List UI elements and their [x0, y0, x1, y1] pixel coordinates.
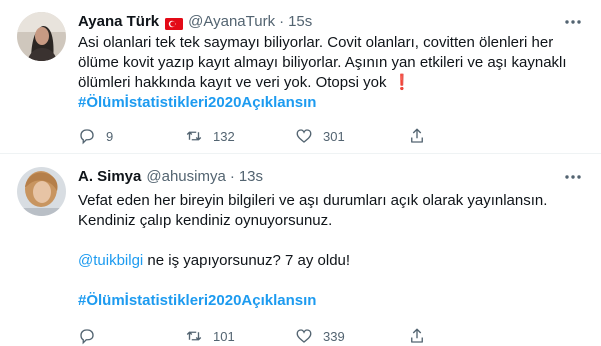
tweet-text: Vefat eden her bireyin bilgileri ve aşı … [78, 191, 583, 311]
tweet-text-line: ölümleri hakkında kayıt ve veri yok. Oto… [78, 73, 583, 93]
display-name[interactable]: A. Simya [78, 167, 141, 187]
tweet[interactable]: A. Simya @ahusimya · 13s Vefat eden her … [0, 154, 601, 345]
tweet-actions: 9 132 301 [78, 126, 478, 146]
like-button[interactable]: 339 [295, 326, 345, 346]
tweet-text-fragment: ölümleri hakkında kayıt ve veri yok. Oto… [78, 74, 387, 91]
tweet-text-line: ölüme kovit yazıp kayıt almayı biliyorla… [78, 54, 567, 71]
heart-icon [296, 329, 312, 343]
retweet-count: 101 [213, 328, 235, 344]
hashtag-link[interactable]: #Ölümİstatistikleri2020Açıklansın [78, 291, 583, 311]
display-name[interactable]: Ayana Türk [78, 12, 159, 32]
share-button[interactable] [408, 126, 436, 146]
like-count: 301 [323, 128, 345, 144]
tweet-text-line: @tuikbilgi ne iş yapıyorsunuz? 7 ay oldu… [78, 251, 583, 271]
retweet-icon [186, 331, 202, 341]
heart-icon [296, 129, 312, 143]
retweet-icon [186, 131, 202, 141]
tweet-text-line: Asi olanlari tek tek saymayı biliyorlar.… [78, 34, 554, 51]
tweet-header: Ayana Türk @AyanaTurk · 15s [78, 12, 312, 32]
like-button[interactable]: 301 [295, 126, 345, 146]
avatar[interactable] [17, 167, 66, 216]
retweet-button[interactable]: 132 [185, 126, 235, 146]
reply-icon [80, 329, 94, 345]
like-count: 339 [323, 328, 345, 344]
reply-icon [80, 129, 94, 145]
more-icon[interactable] [563, 12, 583, 32]
tweet-text: Asi olanlari tek tek saymayı biliyorlar.… [78, 33, 583, 113]
hashtag-link[interactable]: #Ölümİstatistikleri2020Açıklansın [78, 93, 583, 113]
tweet-text-line: Vefat eden her bireyin bilgileri ve aşı … [78, 192, 548, 209]
timestamp[interactable]: 15s [288, 12, 312, 32]
retweet-count: 132 [213, 128, 235, 144]
timestamp[interactable]: 13s [239, 167, 263, 187]
tweet-text-fragment: ne iş yapıyorsunuz? 7 ay oldu! [143, 252, 351, 269]
separator-dot: · [279, 13, 285, 30]
mention-link[interactable]: @tuikbilgi [78, 252, 143, 269]
share-button[interactable] [408, 326, 436, 346]
tweet-actions: 101 339 [78, 326, 478, 346]
separator-dot: · [229, 168, 235, 185]
turkey-flag-icon [165, 16, 184, 30]
user-handle[interactable]: @AyanaTurk [188, 12, 275, 32]
more-icon[interactable] [563, 167, 583, 187]
exclamation-icon: ❗ [392, 74, 412, 91]
reply-button[interactable]: 9 [78, 126, 113, 146]
reply-count: 9 [106, 128, 114, 144]
reply-button[interactable] [78, 326, 106, 346]
avatar[interactable] [17, 12, 66, 61]
tweet-text-line: Kendiniz çalıp kendiniz oynuyorsunuz. [78, 212, 333, 229]
tweet-header: A. Simya @ahusimya · 13s [78, 167, 263, 187]
retweet-button[interactable]: 101 [185, 326, 235, 346]
share-icon [411, 128, 423, 143]
user-handle[interactable]: @ahusimya [146, 167, 225, 187]
tweet[interactable]: Ayana Türk @AyanaTurk · 15s Asi olanlari… [0, 0, 601, 153]
share-icon [411, 328, 423, 343]
